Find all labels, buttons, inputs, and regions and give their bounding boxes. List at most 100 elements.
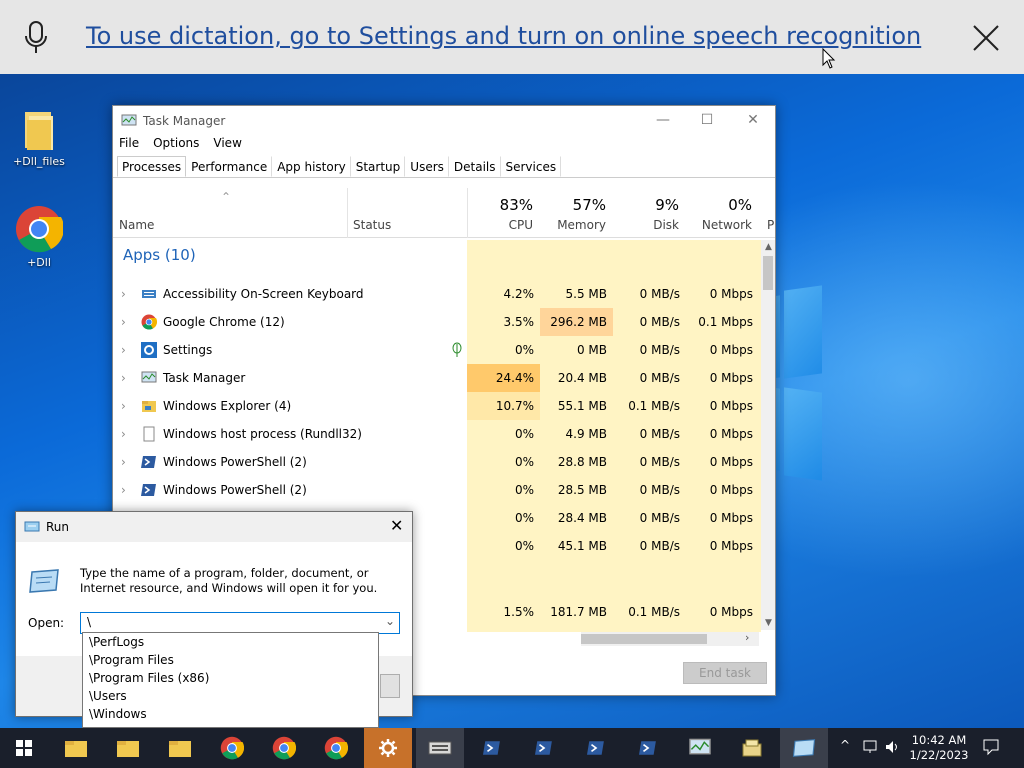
menu-options[interactable]: Options: [153, 136, 199, 156]
column-status[interactable]: Status: [353, 218, 391, 232]
start-button[interactable]: [0, 728, 48, 768]
task-manager-icon: [689, 738, 711, 755]
open-input[interactable]: \: [87, 615, 91, 629]
horizontal-scrollbar[interactable]: ›: [581, 631, 759, 646]
chevron-right-icon[interactable]: ›: [121, 420, 126, 448]
cpu-cell: 0%: [514, 483, 534, 497]
column-disk[interactable]: Disk: [613, 218, 679, 232]
tab-processes[interactable]: Processes: [117, 156, 187, 177]
minimize-button[interactable]: —: [653, 112, 673, 130]
taskbar-chrome-2[interactable]: [260, 728, 308, 768]
chevron-right-icon[interactable]: ›: [121, 280, 126, 308]
taskbar-chrome-1[interactable]: [208, 728, 256, 768]
scroll-down-icon[interactable]: ▼: [765, 618, 772, 628]
taskbar-task-manager[interactable]: [676, 728, 724, 768]
taskbar-settings[interactable]: [364, 728, 412, 768]
column-memory[interactable]: Memory: [540, 218, 606, 232]
taskbar-onscreen-keyboard[interactable]: [416, 728, 464, 768]
hscroll-thumb[interactable]: [581, 634, 707, 644]
table-row[interactable]: › Settings 0% 0 MB 0 MB/s 0 Mbps: [113, 336, 761, 364]
chevron-right-icon[interactable]: ›: [121, 336, 126, 364]
chevron-right-icon[interactable]: ›: [121, 392, 126, 420]
chevron-down-icon[interactable]: ⌄: [385, 614, 395, 628]
tab-performance[interactable]: Performance: [186, 156, 273, 177]
network-cell: 0 Mbps: [709, 605, 753, 619]
list-item[interactable]: \Program Files (x86): [83, 669, 378, 687]
table-row[interactable]: › Windows host process (Rundll32) 0% 4.9…: [113, 420, 761, 448]
group-header-apps[interactable]: Apps (10): [123, 246, 196, 264]
list-item[interactable]: \Windows: [83, 705, 378, 723]
scroll-up-icon[interactable]: ▲: [765, 242, 772, 252]
memory-cell: 55.1 MB: [557, 399, 607, 413]
end-task-button[interactable]: End task: [683, 662, 767, 684]
maximize-button[interactable]: ☐: [697, 112, 717, 130]
memory-cell: 28.8 MB: [557, 455, 607, 469]
scrollbar-thumb[interactable]: [763, 256, 773, 290]
run-close-button[interactable]: ✕: [390, 516, 403, 535]
tab-bar: Processes Performance App history Startu…: [113, 156, 775, 178]
taskbar-powershell-4[interactable]: [624, 728, 672, 768]
menu-file[interactable]: File: [119, 136, 139, 156]
table-row[interactable]: › Windows PowerShell (2) 0% 28.8 MB 0 MB…: [113, 448, 761, 476]
cpu-cell: 3.5%: [503, 315, 535, 329]
list-item[interactable]: \Program Files: [83, 651, 378, 669]
taskbar-chrome-3[interactable]: [312, 728, 360, 768]
folder-icon: [169, 741, 191, 757]
dictation-banner: To use dictation, go to Settings and tur…: [0, 0, 1024, 74]
desktop-icon-label: +Dll: [27, 256, 51, 269]
tab-startup[interactable]: Startup: [351, 156, 406, 177]
dictation-settings-link[interactable]: To use dictation, go to Settings and tur…: [86, 22, 921, 50]
network-icon[interactable]: [862, 739, 880, 755]
tab-services[interactable]: Services: [501, 156, 562, 177]
column-network[interactable]: Network: [686, 218, 752, 232]
list-item[interactable]: \PerfLogs: [83, 633, 378, 651]
taskbar-run[interactable]: [780, 728, 828, 768]
desktop-icon-dll-files[interactable]: +Dll_files: [9, 106, 69, 168]
run-description: Type the name of a program, folder, docu…: [80, 566, 378, 595]
tab-users[interactable]: Users: [405, 156, 449, 177]
menu-view[interactable]: View: [213, 136, 241, 156]
volume-icon[interactable]: [884, 739, 902, 755]
close-window-button[interactable]: ✕: [743, 112, 763, 130]
close-icon[interactable]: [970, 22, 1002, 54]
table-row[interactable]: › Accessibility On-Screen Keyboard 4.2% …: [113, 280, 761, 308]
chevron-right-icon[interactable]: ›: [121, 364, 126, 392]
vertical-scrollbar[interactable]: ▲ ▼: [761, 240, 775, 630]
taskbar-powershell-1[interactable]: [468, 728, 516, 768]
disk-total: 9%: [655, 196, 679, 214]
taskbar-explorer-2[interactable]: [104, 728, 152, 768]
autocomplete-dropdown: \PerfLogs \Program Files \Program Files …: [82, 632, 379, 728]
taskbar-powershell-3[interactable]: [572, 728, 620, 768]
taskbar-explorer-3[interactable]: [156, 728, 204, 768]
desktop-icon-dll[interactable]: +Dll: [9, 205, 69, 269]
table-row[interactable]: › Windows Explorer (4) 10.7% 55.1 MB 0.1…: [113, 392, 761, 420]
clock[interactable]: 10:42 AM 1/22/2023: [906, 733, 972, 763]
column-cpu[interactable]: CPU: [467, 218, 533, 232]
taskbar-utility[interactable]: [728, 728, 776, 768]
folder-icon: [117, 741, 139, 757]
keyboard-icon: [428, 741, 452, 755]
taskbar-explorer-1[interactable]: [52, 728, 100, 768]
table-row[interactable]: › Windows PowerShell (2) 0% 28.5 MB 0 MB…: [113, 476, 761, 504]
memory-cell: 4.9 MB: [565, 427, 607, 441]
table-row[interactable]: › Task Manager 24.4% 20.4 MB 0 MB/s 0 Mb…: [113, 364, 761, 392]
memory-cell: 181.7 MB: [550, 605, 607, 619]
column-power[interactable]: P: [767, 218, 774, 232]
open-combobox[interactable]: \ ⌄: [80, 612, 400, 634]
table-row[interactable]: › Google Chrome (12) 3.5% 296.2 MB 0 MB/…: [113, 308, 761, 336]
list-item[interactable]: \Users: [83, 687, 378, 705]
notifications-icon[interactable]: [982, 738, 1000, 756]
tab-app-history[interactable]: App history: [272, 156, 351, 177]
chevron-right-icon[interactable]: ›: [121, 308, 126, 336]
taskbar-powershell-2[interactable]: [520, 728, 568, 768]
chevron-right-icon[interactable]: ›: [121, 476, 126, 504]
disk-cell: 0 MB/s: [639, 343, 680, 357]
scroll-right-icon[interactable]: ›: [745, 631, 749, 644]
chevron-right-icon[interactable]: ›: [121, 448, 126, 476]
run-dialog-button[interactable]: [380, 674, 400, 698]
tab-details[interactable]: Details: [449, 156, 501, 177]
task-manager-titlebar[interactable]: Task Manager: [113, 106, 775, 136]
column-name[interactable]: Name: [119, 218, 154, 232]
process-name: Windows host process (Rundll32): [163, 427, 362, 441]
show-hidden-icons[interactable]: ^: [840, 738, 850, 753]
